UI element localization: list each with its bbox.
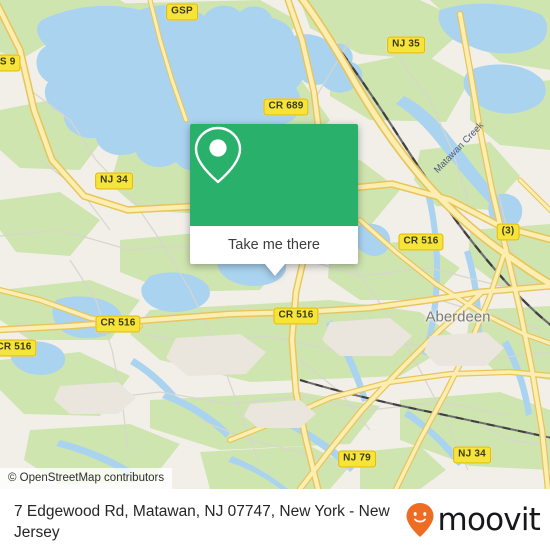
- road-shield: CR 516: [95, 315, 141, 333]
- address-title: 7 Edgewood Rd, Matawan, NJ 07747, New Yo…: [14, 503, 390, 541]
- road-shield: CR 689: [263, 98, 309, 116]
- location-pin-icon: [194, 126, 242, 184]
- popup-tail: [265, 264, 285, 276]
- road-shield: CR 516: [398, 233, 444, 251]
- map-canvas[interactable]: GSP NJ 35 US 9 CR 689 NJ 34 CR 516 (3) C…: [0, 0, 550, 489]
- road-shield: GSP: [166, 3, 198, 21]
- road-shield: US 9: [0, 54, 21, 72]
- road-shield: (3): [496, 223, 520, 241]
- osm-attribution[interactable]: © OpenStreetMap contributors: [0, 468, 173, 489]
- moovit-logo[interactable]: moovit: [405, 501, 541, 538]
- road-shield: NJ 34: [453, 446, 491, 464]
- take-me-there-label: Take me there: [228, 237, 320, 253]
- road-shield: CR 516: [0, 339, 37, 357]
- moovit-map-screenshot: GSP NJ 35 US 9 CR 689 NJ 34 CR 516 (3) C…: [0, 0, 550, 550]
- road-shield: NJ 34: [95, 172, 133, 190]
- popup-action-bar[interactable]: Take me there: [190, 226, 358, 264]
- road-shield: NJ 79: [338, 450, 376, 468]
- popup-header: [190, 124, 358, 226]
- road-shield: NJ 35: [387, 36, 425, 54]
- footer-bar: 7 Edgewood Rd, Matawan, NJ 07747, New Yo…: [0, 489, 550, 550]
- road-shield: CR 516: [273, 307, 319, 325]
- location-popup-card[interactable]: Take me there: [190, 124, 358, 276]
- moovit-wordmark: moovit: [437, 501, 541, 538]
- moovit-smiley-pin-icon: [406, 503, 434, 537]
- place-label-aberdeen: Aberdeen: [425, 308, 491, 326]
